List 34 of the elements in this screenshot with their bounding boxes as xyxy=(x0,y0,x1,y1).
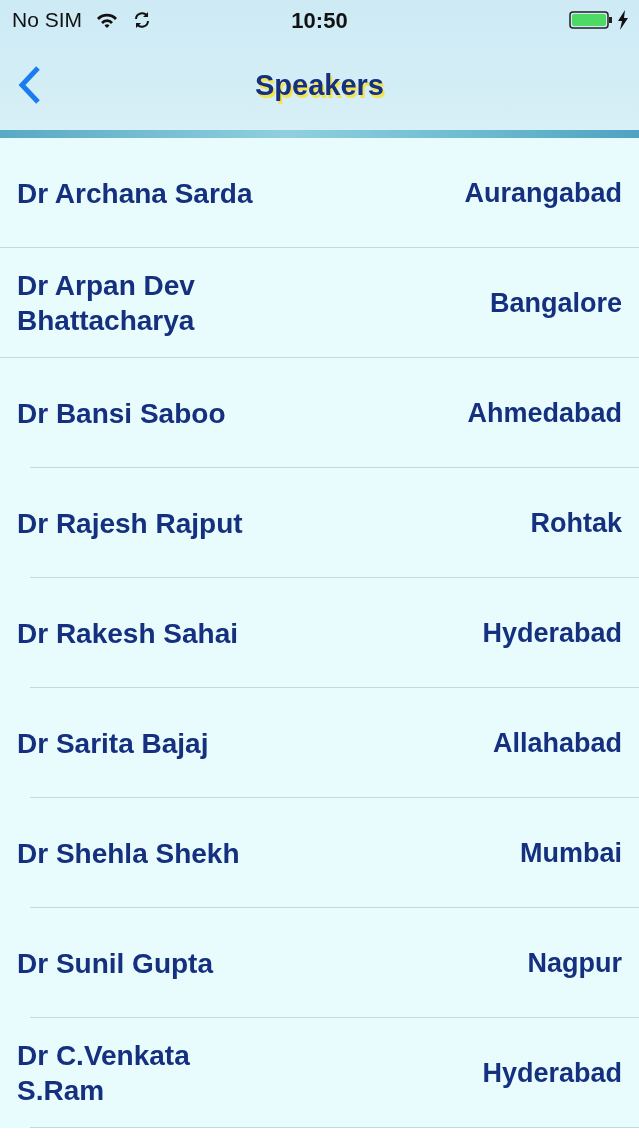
speaker-city: Rohtak xyxy=(530,507,622,539)
speaker-row[interactable]: Dr Sarita Bajaj Allahabad xyxy=(0,688,639,798)
speaker-city: Hyderabad xyxy=(482,1057,622,1089)
speaker-name: Dr Shehla Shekh xyxy=(17,836,240,871)
speaker-city: Ahmedabad xyxy=(467,397,622,429)
battery-icon xyxy=(569,10,613,30)
speaker-city: Bangalore xyxy=(489,287,622,319)
speaker-row[interactable]: Dr Archana Sarda Aurangabad xyxy=(0,138,639,248)
speaker-row[interactable]: Dr Rajesh Rajput Rohtak xyxy=(0,468,639,578)
speaker-name: Dr Sunil Gupta xyxy=(17,946,213,981)
speaker-name: Dr Bansi Saboo xyxy=(17,396,226,431)
sync-icon xyxy=(132,10,152,30)
wifi-icon xyxy=(96,11,118,29)
page-title: Speakers xyxy=(255,68,384,102)
speaker-name: Dr Rajesh Rajput xyxy=(17,506,243,541)
speaker-row[interactable]: Dr Shehla Shekh Mumbai xyxy=(0,798,639,908)
speaker-row[interactable]: Dr Bansi Saboo Ahmedabad xyxy=(0,358,639,468)
speaker-city: Allahabad xyxy=(492,727,622,759)
carrier-label: No SIM xyxy=(12,8,82,32)
speaker-city: Mumbai xyxy=(520,837,622,869)
speaker-row[interactable]: Dr Sunil Gupta Nagpur xyxy=(0,908,639,1018)
speaker-row[interactable]: Dr Rakesh Sahai Hyderabad xyxy=(0,578,639,688)
speaker-row[interactable]: Dr Arpan Dev Bhattacharya Bangalore xyxy=(0,248,639,358)
speaker-name: Dr Arpan Dev Bhattacharya xyxy=(17,269,196,338)
speaker-name: Dr C.Venkata S.Ram xyxy=(17,1039,191,1108)
speaker-city: Aurangabad xyxy=(464,177,622,209)
speaker-name: Dr Rakesh Sahai xyxy=(17,616,238,651)
clock-time: 10:50 xyxy=(291,8,348,33)
speaker-name: Dr Sarita Bajaj xyxy=(17,726,209,761)
speaker-row[interactable]: Dr C.Venkata S.Ram Hyderabad xyxy=(0,1018,639,1128)
speaker-city: Hyderabad xyxy=(482,617,622,649)
speaker-name: Dr Archana Sarda xyxy=(17,176,253,211)
speaker-city: Nagpur xyxy=(527,947,622,979)
charging-icon xyxy=(617,10,629,30)
